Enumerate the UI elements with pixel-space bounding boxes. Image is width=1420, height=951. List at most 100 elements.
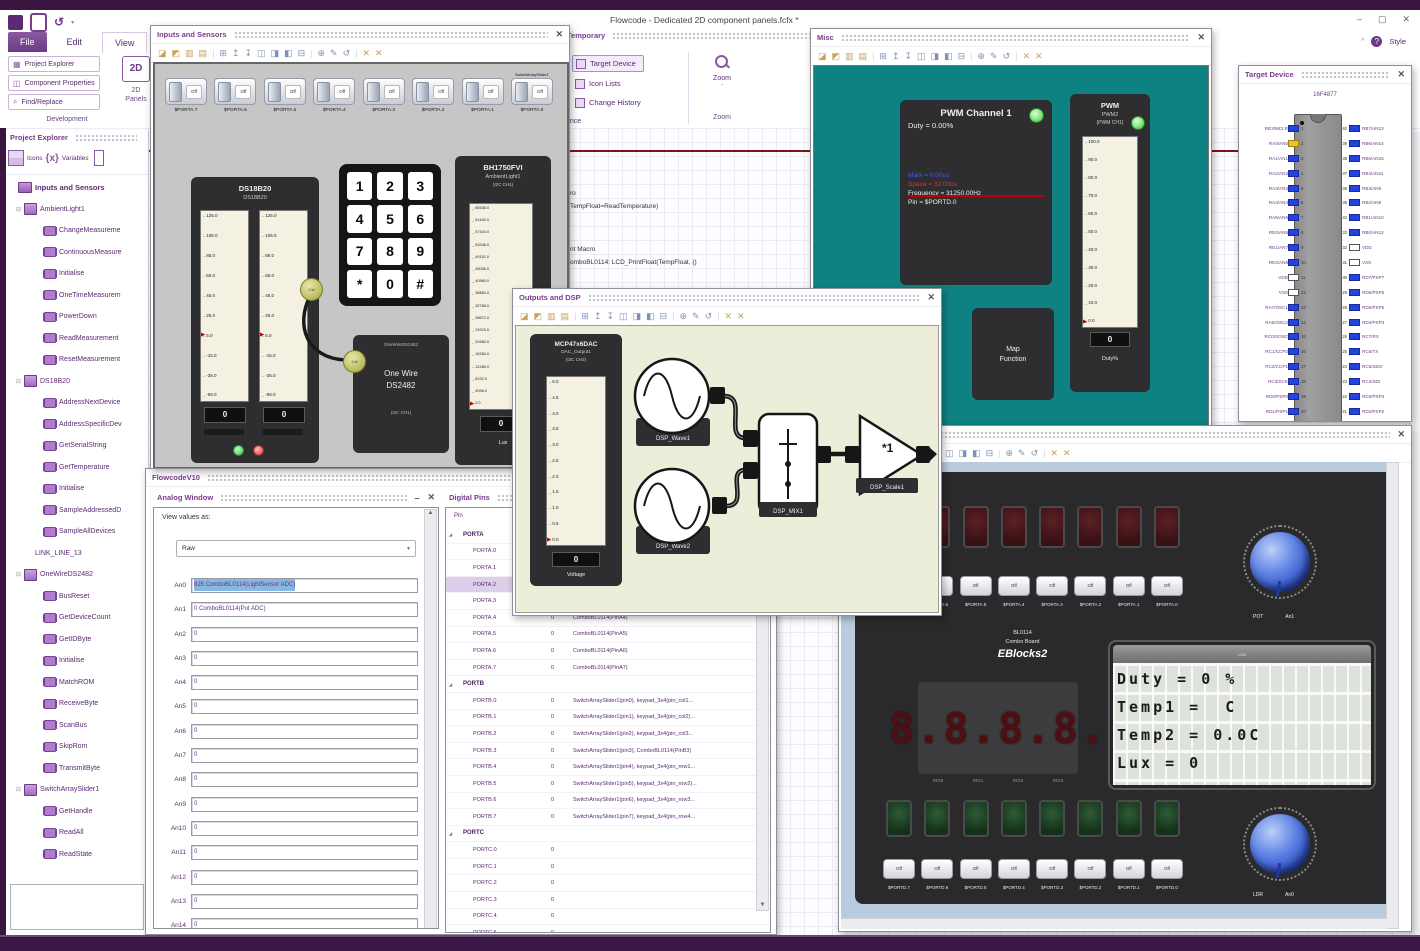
toolbar-icon[interactable]: ✎ (692, 311, 700, 322)
pin-row[interactable]: RC1/CCP2 16 25 RC6/TX (1239, 344, 1411, 359)
toolbar-icon[interactable]: ✕ (737, 311, 745, 322)
pin-row[interactable]: RC3/SCK 18 23 RC4/SDI (1239, 374, 1411, 389)
digital-pin-row[interactable]: PORTB.7 0 SwitchArraySlider1(pin7), keyp… (446, 809, 770, 826)
pin-row[interactable]: RA7/OSC1 13 28 RD5/PSP5 (1239, 300, 1411, 315)
toolbar-icon[interactable]: ⊞ (581, 311, 589, 322)
toolbar-icon[interactable]: ▤ (859, 51, 868, 62)
toolbar-icon[interactable]: ↥ (232, 48, 240, 59)
analog-value-input[interactable]: 0 (191, 772, 418, 788)
port-switch-button[interactable]: Off (883, 859, 915, 879)
toolbar-icon[interactable]: ▤ (561, 311, 570, 322)
toolbar-icon[interactable]: ↧ (905, 51, 913, 62)
expander-icon[interactable]: ⊟ (16, 786, 24, 793)
toolbar-icon[interactable]: ✎ (990, 51, 998, 62)
pin-row[interactable]: RA6/OSC2 14 27 RD4/PSP4 (1239, 315, 1411, 330)
tree-item[interactable]: ⊟ SwitchArraySlider1 (6, 779, 148, 801)
toolbar-icon[interactable]: ↥ (594, 311, 602, 322)
toolbar-icon[interactable]: ⊟ (298, 48, 306, 59)
toolbar-icon[interactable]: | (998, 448, 1000, 459)
close-icon[interactable]: ✕ (1397, 429, 1405, 440)
tree-item[interactable]: GetSerialString (6, 435, 148, 457)
close-icon[interactable]: ✕ (1397, 69, 1405, 80)
toolbar-icon[interactable]: ⊕ (1005, 448, 1013, 459)
close-icon[interactable]: ✕ (1402, 14, 1410, 25)
port-switch-button[interactable]: Off (1150, 859, 1183, 879)
onewire-port-icon[interactable]: 1-W (300, 278, 323, 301)
port-switch-button[interactable]: Off (1036, 859, 1069, 879)
digital-pin-row[interactable]: PORTA.7 0 ComboBL0114(PinA7) (446, 660, 770, 677)
icons-icon[interactable] (8, 150, 24, 166)
tree-item[interactable]: Initialise (6, 650, 148, 672)
onewire-port-icon[interactable]: 1-W (343, 350, 366, 373)
help-icon[interactable]: ? (1371, 36, 1383, 47)
variables-icon[interactable]: {x} (46, 153, 59, 164)
port-switch-button[interactable]: Off (1074, 859, 1107, 879)
analog-value-input[interactable]: 0 (191, 845, 418, 861)
digital-pin-row[interactable]: PORTB.6 0 SwitchArraySlider1(pin6), keyp… (446, 793, 770, 810)
ribbon-tab[interactable]: File (8, 32, 47, 52)
ribbon-button[interactable]: ▦ Project Explorer (8, 56, 100, 72)
digital-pin-row[interactable]: PORTC.0 0 (446, 842, 770, 859)
close-icon[interactable]: ✕ (927, 292, 935, 303)
tree-item[interactable]: GetTemperature (6, 457, 148, 479)
toolbar-icon[interactable]: ◩ (534, 311, 543, 322)
digital-pin-row[interactable]: PORTB.3 0 SwitchArraySlider1(pin3), Comb… (446, 743, 770, 760)
expander-icon[interactable]: ⊟ (16, 206, 24, 213)
tree-item[interactable]: AddressSpecificDev (6, 414, 148, 436)
toolbar-icon[interactable]: ⊕ (679, 311, 687, 322)
tree-item[interactable]: ⊟ AmbientLight1 (6, 199, 148, 221)
toolbar-icon[interactable]: ↺ (1031, 448, 1039, 459)
digital-pin-row[interactable]: PORTB.4 0 SwitchArraySlider1(pin4), keyp… (446, 759, 770, 776)
tree-item[interactable]: ChangeMeasureme (6, 220, 148, 242)
dsp-panel-canvas[interactable]: MCP47x6DAC DAC_Output1 (I2C CH2) ‒ 5.0 ‒ 4.… (515, 325, 939, 613)
style-menu[interactable]: Style (1389, 37, 1406, 46)
analog-value-input[interactable]: 0 (191, 820, 418, 836)
analog-value-input[interactable]: 0 (191, 650, 418, 666)
toolbar-icon[interactable]: ◫ (257, 48, 266, 59)
tree-item[interactable]: OneTimeMeasurem (6, 285, 148, 307)
tree-item[interactable]: GetHandle (6, 801, 148, 823)
digital-pin-row[interactable]: PORTC.2 0 (446, 875, 770, 893)
analog-value-input[interactable]: 0 (191, 675, 418, 691)
qat-dropdown-icon[interactable]: ▾ (71, 19, 74, 26)
tree-item[interactable]: SkipRom (6, 736, 148, 758)
tree-item[interactable]: LINK_LINE_13 (6, 543, 148, 565)
tree-item[interactable]: ⊟ DS18B20 (6, 371, 148, 393)
pwm-channel-block[interactable]: PWM Channel 1 Duty = 0.00% Mark = 0.00us… (900, 100, 1052, 285)
pin-row[interactable]: RE3/MCLR 1 40 RB7/AN13 (1239, 121, 1411, 136)
analog-value-input[interactable]: 0 (191, 699, 418, 715)
toolbar-icon[interactable]: ✕ (375, 48, 383, 59)
toolbar-icon[interactable]: ⊕ (317, 48, 325, 59)
view-toggle[interactable]: Icon Lists (572, 76, 644, 91)
tree-item[interactable]: ⊟ OneWireDS2482 (6, 564, 148, 586)
toolbar-icon[interactable]: ◫ (619, 311, 628, 322)
toolbar-icon[interactable]: | (872, 51, 874, 62)
pin-row[interactable]: RA5/AN5 7 34 RB1/AN10 (1239, 210, 1411, 225)
tree-item[interactable]: SampleAddressedD (6, 500, 148, 522)
map-function-block[interactable]: Map Function (972, 308, 1054, 400)
analog-vscrollbar[interactable]: ▲ (424, 509, 437, 928)
toolbar-icon[interactable]: ↧ (245, 48, 253, 59)
checkbox-icon[interactable] (575, 78, 585, 89)
ribbon-button[interactable]: ⌕ Find/Replace (8, 94, 100, 110)
digital-pin-row[interactable]: PORTB.2 0 SwitchArraySlider1(pin2), keyp… (446, 726, 770, 743)
toolbar-icon[interactable]: ↧ (607, 311, 615, 322)
toolbar-icon[interactable]: ◩ (832, 51, 841, 62)
port-switch-button[interactable]: Off (997, 576, 1030, 596)
pin-row[interactable]: RE1/AN7 9 32 VDD (1239, 240, 1411, 255)
tree-item[interactable]: MatchROM (6, 672, 148, 694)
digital-pin-row[interactable]: PORTC.3 0 (446, 892, 770, 909)
toolbar-icon[interactable]: ◧ (944, 51, 953, 62)
tree-item[interactable]: Inputs and Sensors (6, 177, 148, 199)
view-values-dropdown[interactable]: Raw ▾ (176, 540, 416, 557)
quick-access-toolbar[interactable]: ↺ ▾ (8, 13, 74, 32)
tree-item[interactable]: ResetMeasurement (6, 349, 148, 371)
tree-item[interactable]: TransmitByte (6, 758, 148, 780)
tree-item[interactable]: ReceiveByte (6, 693, 148, 715)
digital-pin-row[interactable]: PORTB.5 0 SwitchArraySlider1(pin5), keyp… (446, 776, 770, 793)
port-switch-button[interactable]: Off (959, 576, 992, 596)
toolbar-icon[interactable]: ◨ (633, 311, 642, 322)
digital-pin-row[interactable]: PORTA.5 0 ComboBL0114(PinA5) (446, 627, 770, 644)
toolbar-icon[interactable]: | (212, 48, 214, 59)
toolbar-icon[interactable]: ✕ (362, 48, 370, 59)
